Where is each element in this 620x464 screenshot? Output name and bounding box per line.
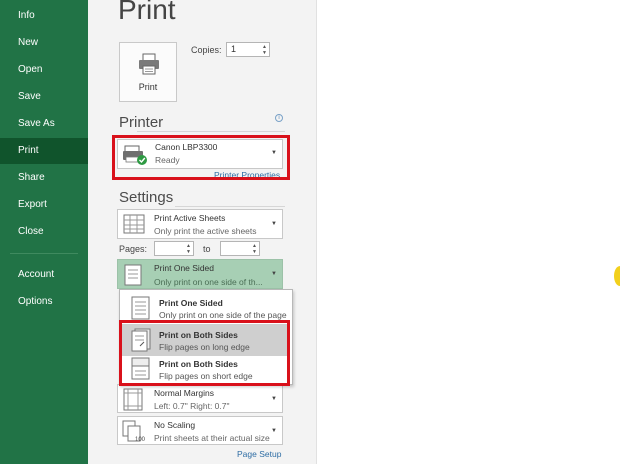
nav-export[interactable]: Export [0, 192, 88, 218]
chevron-down-icon: ▼ [271, 221, 277, 227]
option-subtitle: Only print on one side of the page [159, 310, 287, 320]
one-sided-page-icon [131, 296, 150, 320]
print-sides-dropdown[interactable]: Print One Sided Only print on one side o… [117, 259, 283, 289]
nav-close[interactable]: Close [0, 219, 88, 245]
flip-long-edge-icon [131, 328, 151, 352]
pages-to-input[interactable]: ▲ ▼ [220, 241, 260, 256]
pages-label: Pages: [119, 244, 148, 254]
chevron-down-icon: ▼ [271, 150, 277, 156]
margins-title: Normal Margins [154, 388, 214, 398]
print-sides-title: Print One Sided [154, 263, 215, 273]
printer-icon [139, 53, 159, 75]
page-setup-link[interactable]: Page Setup [237, 449, 281, 459]
spin-down-icon[interactable]: ▼ [252, 250, 257, 255]
copies-label: Copies: [191, 45, 222, 55]
nav-print[interactable]: Print [0, 138, 88, 164]
spin-down-icon[interactable]: ▼ [262, 51, 267, 56]
settings-section-title: Settings [119, 189, 174, 206]
page-title: Print [118, 0, 176, 25]
info-icon[interactable]: i [275, 114, 283, 122]
option-title: Print on Both Sides [159, 330, 238, 340]
cursor-highlight [614, 266, 620, 286]
printer-ready-icon [123, 145, 147, 165]
chevron-down-icon: ▼ [271, 396, 277, 402]
pages-from-input[interactable]: ▲ ▼ [154, 241, 194, 256]
print-what-subtitle: Only print the active sheets [154, 226, 257, 236]
printer-name: Canon LBP3300 [155, 142, 218, 152]
svg-text:100: 100 [135, 437, 146, 443]
nav-save-as[interactable]: Save As [0, 111, 88, 137]
copies-input[interactable]: 1 ▲ ▼ [226, 42, 270, 57]
print-sides-menu: Print One Sided Only print on one side o… [119, 289, 293, 385]
nav-new[interactable]: New [0, 30, 88, 56]
print-sides-subtitle: Only print on one side of th... [154, 277, 263, 287]
chevron-down-icon: ▼ [271, 271, 277, 277]
section-divider [175, 206, 285, 207]
chevron-down-icon: ▼ [271, 428, 277, 434]
margins-dropdown[interactable]: Normal Margins Left: 0.7" Right: 0.7" ▼ [117, 384, 283, 413]
nav-divider [10, 253, 78, 254]
option-title: Print One Sided [159, 298, 223, 308]
spin-down-icon[interactable]: ▼ [186, 250, 191, 255]
printer-status: Ready [155, 155, 180, 165]
nav-save[interactable]: Save [0, 84, 88, 110]
margins-icon [123, 388, 143, 411]
scaling-dropdown[interactable]: 100 No Scaling Print sheets at their act… [117, 416, 283, 445]
nav-open[interactable]: Open [0, 57, 88, 83]
print-what-dropdown[interactable]: Print Active Sheets Only print the activ… [117, 209, 283, 239]
nav-info[interactable]: Info [0, 3, 88, 29]
print-preview-area [316, 0, 620, 464]
nav-options[interactable]: Options [0, 289, 88, 315]
print-button[interactable]: Print [119, 42, 177, 102]
pages-to-label: to [203, 244, 211, 254]
printer-section-title: Printer [119, 114, 164, 131]
printer-properties-link[interactable]: Printer Properties [214, 170, 280, 180]
nav-share[interactable]: Share [0, 165, 88, 191]
option-print-both-sides-short-edge[interactable]: Print on Both Sides Flip pages on short … [122, 353, 290, 385]
scaling-title: No Scaling [154, 420, 196, 430]
flip-short-edge-icon [131, 357, 150, 380]
backstage-sidebar: Info New Open Save Save As Print Share E… [0, 0, 88, 464]
scaling-subtitle: Print sheets at their actual size [154, 433, 270, 443]
section-divider [137, 131, 285, 132]
printer-dropdown[interactable]: Canon LBP3300 Ready ▼ [117, 139, 283, 169]
margins-subtitle: Left: 0.7" Right: 0.7" [154, 401, 230, 411]
print-button-label: Print [138, 82, 158, 92]
print-what-title: Print Active Sheets [154, 213, 226, 223]
option-print-one-sided[interactable]: Print One Sided Only print on one side o… [122, 292, 290, 324]
option-subtitle: Flip pages on short edge [159, 371, 253, 381]
option-print-both-sides-long-edge[interactable]: Print on Both Sides Flip pages on long e… [122, 324, 290, 356]
one-sided-page-icon [124, 264, 142, 286]
scaling-icon: 100 [122, 420, 146, 443]
grid-sheet-icon [123, 214, 145, 234]
option-subtitle: Flip pages on long edge [159, 342, 250, 352]
nav-account[interactable]: Account [0, 262, 88, 288]
copies-value: 1 [231, 44, 237, 54]
option-title: Print on Both Sides [159, 359, 238, 369]
